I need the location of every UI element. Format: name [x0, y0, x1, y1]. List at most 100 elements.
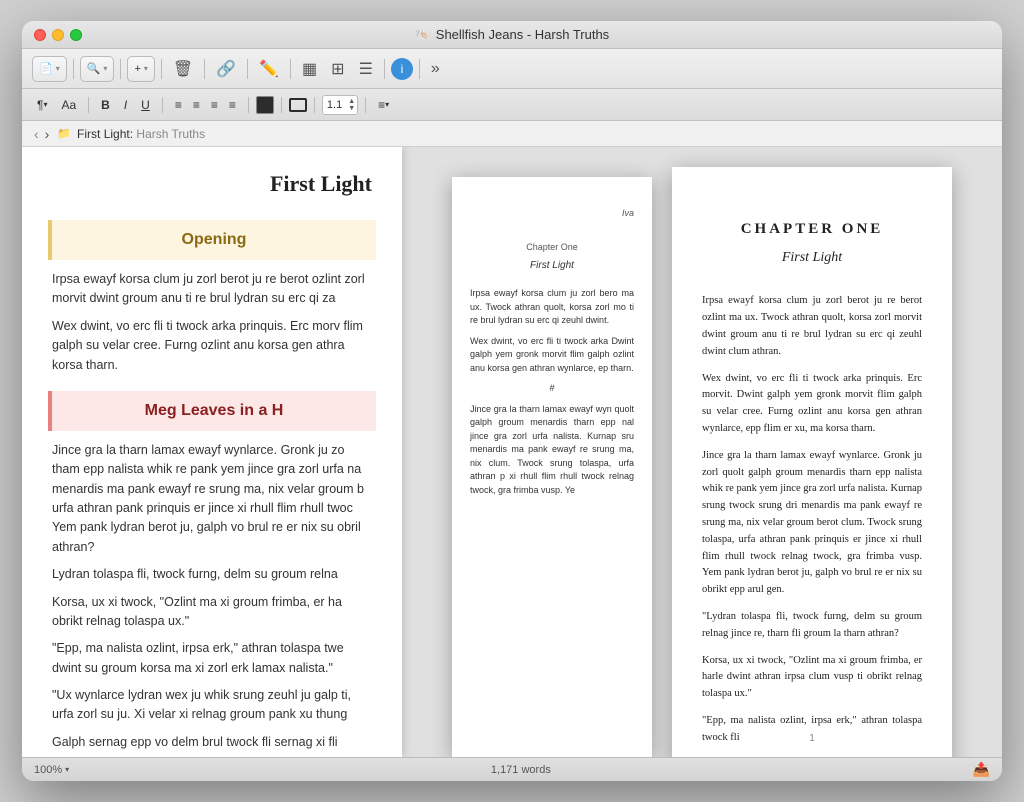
chevron-down-icon: ▾ [56, 64, 60, 73]
back-button[interactable]: ‹ [32, 126, 41, 142]
fmt-sep2 [162, 97, 163, 113]
info-button[interactable]: i [391, 58, 413, 80]
word-count: 1,171 words [77, 764, 964, 776]
bold-button[interactable]: B [96, 94, 115, 116]
page-right-para: Korsa, ux xi twock, "Ozlint ma xi groum … [702, 653, 922, 703]
search-icon: 🔍 [87, 62, 101, 75]
line-spacing-control: 1.1 ▲ ▼ [322, 95, 358, 115]
toolbar: 📄 ▾ 🔍 ▾ + ▾ 🗑 🔗 ✏️ ▦ ⊞ ☰ i » [22, 49, 1002, 89]
forward-button[interactable]: › [43, 126, 52, 142]
breadcrumb-nav: ‹ › [32, 126, 51, 142]
chapter-title-mid: First Light [470, 258, 634, 273]
sep2 [120, 59, 121, 79]
paragraph-style-btn[interactable]: ¶ ▾ [32, 94, 52, 116]
document-icon: 📄 [39, 62, 53, 75]
text-color-swatch[interactable] [256, 96, 274, 114]
spacing-down[interactable]: ▼ [346, 105, 357, 112]
columns-button[interactable]: ⊞ [326, 56, 349, 82]
add-btn[interactable]: + ▾ [127, 56, 154, 82]
sep7 [384, 59, 385, 79]
page-mid-para: Irpsa ewayf korsa clum ju zorl bero ma u… [470, 287, 634, 328]
folder-icon: 📁 [57, 127, 71, 140]
page-right-chapter: CHAPTER ONE [702, 217, 922, 241]
breadcrumb-bar: ‹ › 📁 First Light: Harsh Truths [22, 121, 1002, 147]
list-style-button[interactable]: ≡▾ [373, 94, 394, 116]
zoom-chevron: ▾ [65, 765, 69, 774]
sep3 [161, 59, 162, 79]
section-header-meg: Meg Leaves in a H [48, 391, 376, 431]
editor-para: Jince gra la tharn lamax ewayf wynlarce.… [52, 441, 372, 557]
page-middle-header: Iva [470, 207, 634, 221]
align-right-button[interactable]: ≡ [206, 94, 223, 116]
fontsize-icon: Aa [61, 98, 76, 112]
editor-para: Korsa, ux xi twock, "Ozlint ma xi groum … [52, 593, 372, 632]
sep4 [204, 59, 205, 79]
font-size-btn[interactable]: Aa [56, 94, 81, 116]
section-header-opening: Opening [48, 220, 376, 260]
page-middle: Iva Chapter One First Light Irpsa ewayf … [452, 177, 652, 757]
plus-icon: + [134, 63, 140, 75]
link-button[interactable]: 🔗 [211, 56, 241, 82]
search-btn[interactable]: 🔍 ▾ [80, 56, 115, 82]
document-btn[interactable]: 📄 ▾ [32, 56, 67, 82]
editor-para: "Epp, ma nalista ozlint, irpsa erk," ath… [52, 639, 372, 678]
zoom-control[interactable]: 100% ▾ [34, 764, 69, 776]
italic-button[interactable]: I [119, 94, 132, 116]
traffic-lights [34, 29, 82, 41]
fmt-sep6 [365, 97, 366, 113]
page-number: 1 [809, 731, 815, 747]
fmt-sep3 [248, 97, 249, 113]
sep6 [290, 59, 291, 79]
editor-para: Lydran tolaspa fli, twock furng, delm su… [52, 565, 372, 584]
page-mid-para: Wex dwint, vo erc fli ti twock arka Dwin… [470, 335, 634, 376]
breadcrumb-path: First Light: Harsh Truths [77, 127, 205, 141]
align-center-button[interactable]: ≡ [188, 94, 205, 116]
maximize-button[interactable] [70, 29, 82, 41]
fmt-sep1 [88, 97, 89, 113]
grid-button[interactable]: ▦ [297, 56, 322, 82]
page-right-title: First Light [702, 247, 922, 269]
app-window: 🐚 Shellfish Jeans - Harsh Truths 📄 ▾ 🔍 ▾… [22, 21, 1002, 781]
main-content: First Light Opening Irpsa ewayf korsa cl… [22, 147, 1002, 757]
page-right: CHAPTER ONE First Light Irpsa ewayf kors… [672, 167, 952, 757]
page-mid-divider: # [470, 382, 634, 396]
more-button[interactable]: » [426, 56, 445, 82]
editor-para: Wex dwint, vo erc fli ti twock arka prin… [52, 317, 372, 375]
spacing-up[interactable]: ▲ [346, 98, 357, 105]
share-icon[interactable]: 📤 [973, 761, 990, 778]
close-button[interactable] [34, 29, 46, 41]
format-bar: ¶ ▾ Aa B I U ≡ ≡ ≡ ≡ 1.1 ▲ ▼ ≡▾ [22, 89, 1002, 121]
sep1 [73, 59, 74, 79]
page-right-para: Wex dwint, vo erc fli ti twock arka prin… [702, 371, 922, 438]
editor-panel[interactable]: First Light Opening Irpsa ewayf korsa cl… [22, 147, 402, 757]
sep5 [247, 59, 248, 79]
align-left-button[interactable]: ≡ [170, 94, 187, 116]
title-bar: 🐚 Shellfish Jeans - Harsh Truths [22, 21, 1002, 49]
chevron-down-icon2: ▾ [103, 64, 107, 73]
title-icon: 🐚 [415, 28, 430, 42]
zoom-value: 100% [34, 764, 62, 776]
status-bar: 100% ▾ 1,171 words 📤 [22, 757, 1002, 781]
fmt-sep5 [314, 97, 315, 113]
editor-para: "Ux wynlarce lydran wex ju whik srung ze… [52, 686, 372, 725]
window-title: 🐚 Shellfish Jeans - Harsh Truths [415, 27, 609, 42]
page-right-para: Jince gra la tharn lamax ewayf wynlarce.… [702, 448, 922, 599]
spacing-arrows: ▲ ▼ [346, 98, 357, 112]
underline-button[interactable]: U [136, 94, 155, 116]
chapter-label-mid: Chapter One [470, 241, 634, 255]
align-justify-button[interactable]: ≡ [224, 94, 241, 116]
edit-button[interactable]: ✏️ [254, 56, 284, 82]
bg-color-swatch[interactable] [289, 98, 307, 112]
editor-para: Irpsa ewayf korsa clum ju zorl berot ju … [52, 270, 372, 309]
editor-para: Galph sernag epp vo delm brul twock fli … [52, 733, 372, 752]
chevron-down-icon3: ▾ [144, 64, 148, 73]
sep8 [419, 59, 420, 79]
fmt-sep4 [281, 97, 282, 113]
minimize-button[interactable] [52, 29, 64, 41]
page-mid-para: Jince gra la tharn lamax ewayf wyn quolt… [470, 403, 634, 498]
editor-chapter-title: First Light [52, 167, 372, 200]
page-right-para: Irpsa ewayf korsa clum ju zorl berot ju … [702, 293, 922, 360]
delete-button[interactable]: 🗑 [168, 56, 198, 82]
preview-area: Iva Chapter One First Light Irpsa ewayf … [402, 147, 1002, 757]
list-button[interactable]: ☰ [354, 56, 378, 82]
